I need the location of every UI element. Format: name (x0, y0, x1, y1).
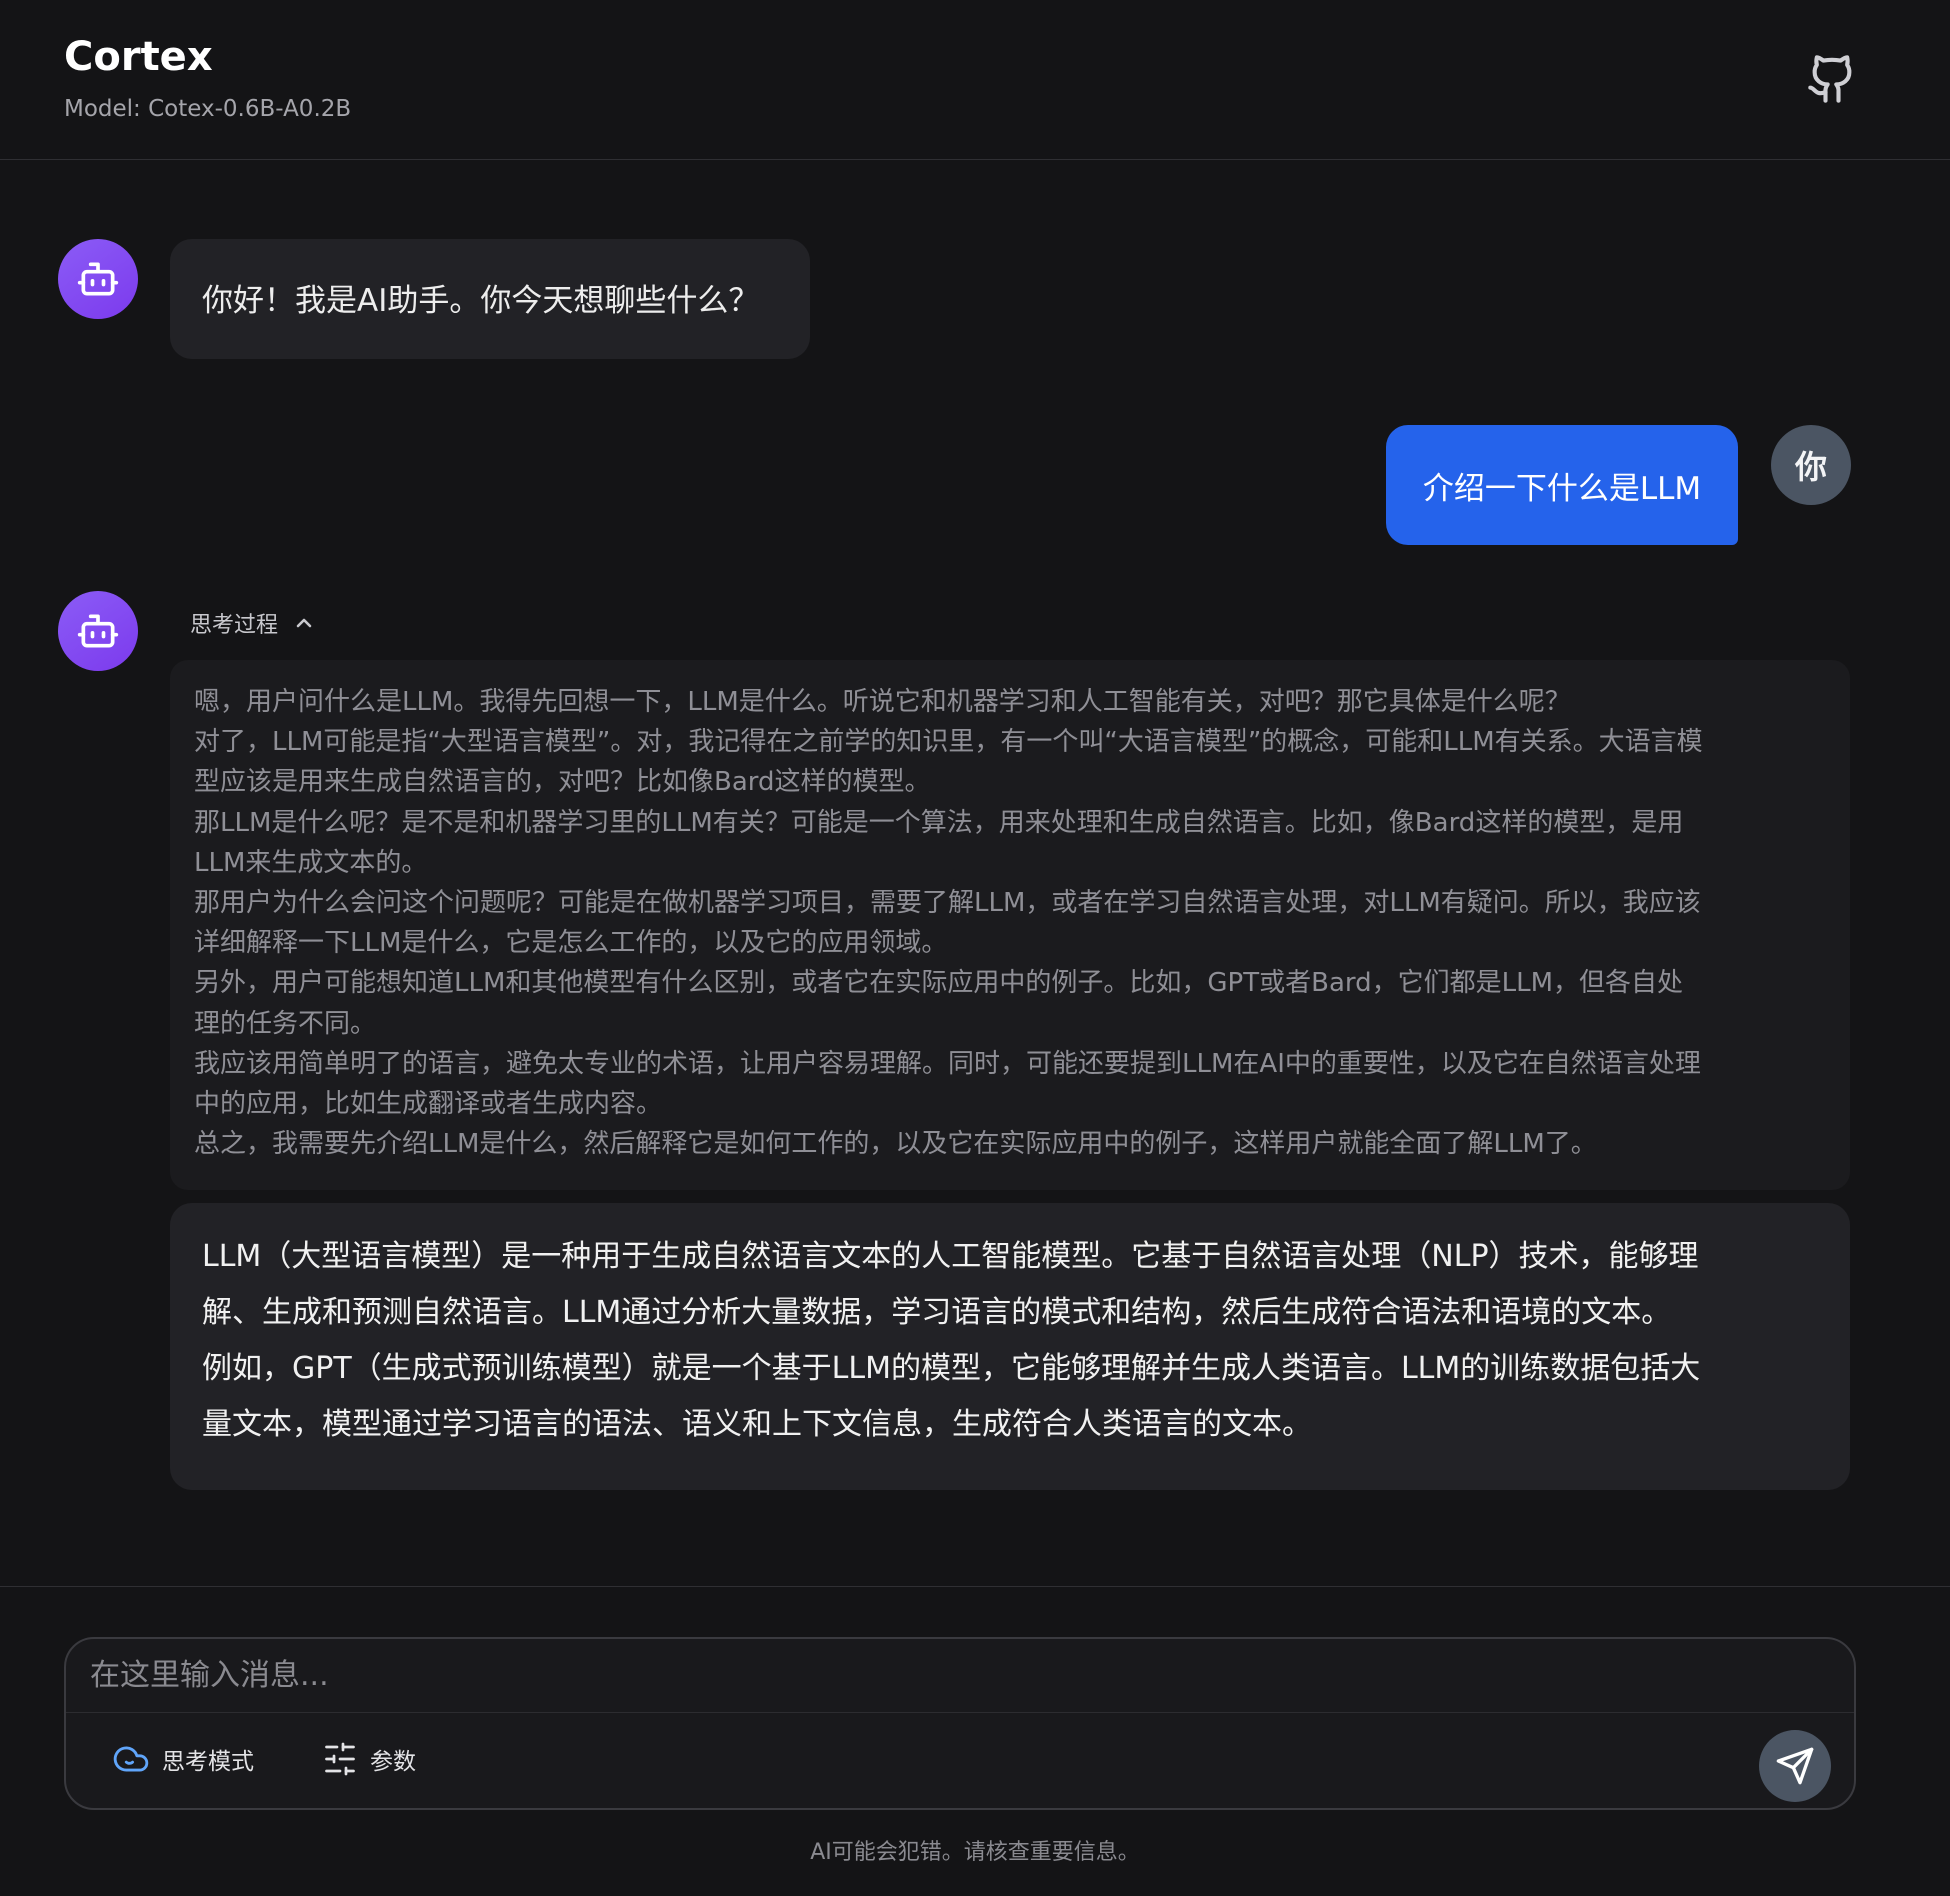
user-avatar-label: 你 (1794, 448, 1827, 486)
thinking-line: 详细解释一下LLM是什么，它是怎么工作的，以及它的应用领域。 (194, 928, 948, 959)
user-message-text: 介绍一下什么是LLM (1422, 470, 1702, 507)
model-label: Model: Cotex-0.6B-A0.2B (64, 96, 352, 122)
user-avatar: 你 (1771, 425, 1851, 505)
message-composer: 思考模式 参数 (64, 1637, 1856, 1810)
thinking-line: LLM来生成文本的。 (194, 847, 428, 878)
cloud-icon (113, 1746, 149, 1772)
bot-greeting-bubble: 你好！我是AI助手。你今天想聊些什么？ (170, 239, 810, 359)
bot-avatar (58, 591, 138, 671)
thinking-line: 那LLM是什么呢？是不是和机器学习里的LLM有关？可能是一个算法，用来处理和生成… (194, 807, 1684, 838)
send-icon (1776, 1747, 1814, 1785)
thinking-line: 型应该是用来生成自然语言的，对吧？比如像Bard这样的模型。 (194, 767, 931, 798)
message-input[interactable] (66, 1639, 1854, 1713)
answer-line: 解、生成和预测自然语言。LLM通过分析大量数据，学习语言的模式和结构，然后生成符… (202, 1295, 1672, 1330)
sliders-icon (325, 1742, 355, 1776)
answer-line: 量文本，模型通过学习语言的语法、语义和上下文信息，生成符合人类语言的文本。 (202, 1407, 1312, 1442)
thinking-content: 嗯，用户问什么是LLM。我得先回想一下，LLM是什么。听说它和机器学习和人工智能… (170, 660, 1850, 1190)
thinking-line: 中的应用，比如生成翻译或者生成内容。 (194, 1089, 663, 1120)
params-label: 参数 (370, 1749, 416, 1775)
footer-divider (0, 1586, 1950, 1587)
thinking-line: 对了，LLM可能是指“大型语言模型”。对，我记得在之前学的知识里，有一个叫“大语… (194, 727, 1703, 758)
thinking-line: 我应该用简单明了的语言，避免太专业的术语，让用户容易理解。同时，可能还要提到LL… (194, 1048, 1701, 1079)
thinking-line: 理的任务不同。 (194, 1008, 377, 1039)
bot-answer-bubble: LLM（大型语言模型）是一种用于生成自然语言文本的人工智能模型。它基于自然语言处… (170, 1203, 1850, 1490)
chevron-up-icon (296, 618, 312, 628)
disclaimer-text: AI可能会犯错。请核查重要信息。 (810, 1840, 1140, 1865)
params-button[interactable]: 参数 (322, 1729, 416, 1789)
bot-greeting-text: 你好！我是AI助手。你今天想聊些什么？ (202, 283, 760, 319)
thinking-toggle[interactable]: 思考过程 (190, 603, 316, 643)
thinking-label: 思考过程 (190, 613, 279, 638)
bot-icon (77, 614, 119, 648)
thinking-line: 另外，用户可能想知道LLM和其他模型有什么区别，或者它在实际应用中的例子。比如，… (194, 968, 1684, 999)
thinking-line: 那用户为什么会问这个问题呢？可能是在做机器学习项目，需要了解LLM，或者在学习自… (194, 888, 1701, 919)
user-message-bubble: 介绍一下什么是LLM (1386, 425, 1738, 545)
app-title: Cortex (64, 34, 213, 80)
think-mode-label: 思考模式 (162, 1749, 254, 1775)
bot-avatar (58, 239, 138, 319)
thinking-line: 总之，我需要先介绍LLM是什么，然后解释它是如何工作的，以及它在实际应用中的例子… (194, 1129, 1597, 1160)
github-icon[interactable] (1806, 53, 1858, 105)
chat-area: 你好！我是AI助手。你今天想聊些什么？ 介绍一下什么是LLM 你 思考过程 嗯，… (0, 160, 1950, 1586)
think-mode-button[interactable]: 思考模式 (112, 1729, 254, 1789)
answer-line: LLM（大型语言模型）是一种用于生成自然语言文本的人工智能模型。它基于自然语言处… (202, 1239, 1699, 1274)
thinking-line: 嗯，用户问什么是LLM。我得先回想一下，LLM是什么。听说它和机器学习和人工智能… (194, 687, 1571, 717)
bot-icon (77, 262, 119, 296)
send-button[interactable] (1759, 1730, 1831, 1802)
answer-line: 例如，GPT（生成式预训练模型）就是一个基于LLM的模型，它能够理解并生成人类语… (202, 1351, 1701, 1386)
app-header: Cortex Model: Cotex-0.6B-A0.2B (0, 0, 1950, 160)
